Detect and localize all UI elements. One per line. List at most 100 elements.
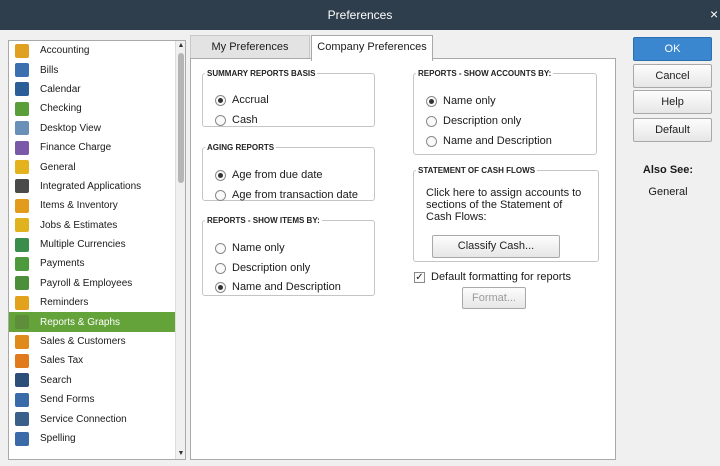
sidebar-item-spelling[interactable]: Spelling xyxy=(9,429,177,448)
sidebar-item-reminders[interactable]: Reminders xyxy=(9,293,177,312)
radio-items-description-only-button[interactable] xyxy=(215,262,226,274)
sidebar-item-label: Search xyxy=(40,374,72,386)
sidebar-item-sales-tax[interactable]: Sales Tax xyxy=(9,351,177,370)
radio-items-name-and-description-label: Name and Description xyxy=(232,281,341,293)
payments-icon xyxy=(15,256,29,271)
radio-age-from-transaction-date-label: Age from transaction date xyxy=(232,189,358,201)
radio-cash-label: Cash xyxy=(232,114,258,126)
show-items-by-legend: REPORTS - SHOW ITEMS BY: xyxy=(207,216,320,225)
show-items-by-group: REPORTS - SHOW ITEMS BY: Name only Descr… xyxy=(202,216,375,296)
aging-reports-legend: AGING REPORTS xyxy=(207,143,275,152)
tab-company-preferences-label: Company Preferences xyxy=(317,41,427,53)
radio-accrual-label: Accrual xyxy=(232,94,269,106)
sidebar-item-accounting[interactable]: Accounting xyxy=(9,41,177,60)
tab-my-preferences[interactable]: My Preferences xyxy=(190,35,310,59)
radio-items-name-and-description[interactable]: Name and Description xyxy=(215,281,341,293)
radio-items-name-only-button[interactable] xyxy=(215,242,226,254)
sidebar-item-integrated-applications[interactable]: Integrated Applications xyxy=(9,177,177,196)
sidebar-item-items-inventory[interactable]: Items & Inventory xyxy=(9,196,177,215)
radio-cash-button[interactable] xyxy=(215,114,226,126)
reports-graphs-icon xyxy=(15,315,29,330)
show-accounts-by-group: REPORTS - SHOW ACCOUNTS BY: Name only De… xyxy=(413,69,597,155)
format-button[interactable]: Format... xyxy=(462,287,526,309)
checking-icon xyxy=(15,101,29,116)
radio-age-from-transaction-date[interactable]: Age from transaction date xyxy=(215,189,358,201)
radio-accounts-name-and-description-button[interactable] xyxy=(426,135,437,147)
tab-my-preferences-label: My Preferences xyxy=(211,41,289,53)
scrollbar-thumb[interactable] xyxy=(178,53,184,183)
radio-accounts-name-only[interactable]: Name only xyxy=(426,95,496,107)
sidebar-item-reports-graphs[interactable]: Reports & Graphs xyxy=(9,312,177,332)
sidebar-item-payments[interactable]: Payments xyxy=(9,254,177,273)
radio-accounts-description-only[interactable]: Description only xyxy=(426,115,521,127)
sidebar-item-label: Spelling xyxy=(40,433,76,444)
aging-reports-group: AGING REPORTS Age from due date Age from… xyxy=(202,143,375,201)
check-icon[interactable]: ✓ xyxy=(414,271,425,283)
company-preferences-panel: SUMMARY REPORTS BASIS Accrual Cash AGING… xyxy=(190,58,616,460)
title-bar: Preferences × xyxy=(0,0,720,30)
sidebar-item-finance-charge[interactable]: Finance Charge xyxy=(9,138,177,157)
radio-items-name-and-description-button[interactable] xyxy=(215,281,226,293)
radio-cash[interactable]: Cash xyxy=(215,114,258,126)
sidebar-item-label: General xyxy=(40,161,76,173)
radio-age-from-transaction-date-button[interactable] xyxy=(215,189,226,201)
sidebar-item-label: Items & Inventory xyxy=(40,200,118,212)
show-accounts-by-legend: REPORTS - SHOW ACCOUNTS BY: xyxy=(418,69,552,78)
sidebar-item-checking[interactable]: Checking xyxy=(9,99,177,118)
sidebar-item-label: Desktop View xyxy=(40,122,101,134)
close-icon[interactable]: × xyxy=(710,6,720,22)
summary-reports-basis-group: SUMMARY REPORTS BASIS Accrual Cash xyxy=(202,69,375,127)
category-items: Accounting Bills Calendar Checking Desktop V… xyxy=(9,41,177,448)
preferences-category-list[interactable]: Accounting Bills Calendar Checking Desktop V… xyxy=(8,40,186,460)
radio-items-name-only-label: Name only xyxy=(232,242,285,254)
sidebar-item-general[interactable]: General xyxy=(9,157,177,176)
desktop-view-icon xyxy=(15,121,29,136)
integrated-applications-icon xyxy=(15,179,29,194)
default-button[interactable]: Default xyxy=(633,118,712,142)
radio-age-from-due-date[interactable]: Age from due date xyxy=(215,169,323,181)
sidebar-item-label: Payments xyxy=(40,258,85,270)
classify-cash-button[interactable]: Classify Cash... xyxy=(432,235,560,258)
radio-accrual[interactable]: Accrual xyxy=(215,94,269,106)
radio-accrual-button[interactable] xyxy=(215,94,226,106)
scroll-up-icon[interactable]: ▲ xyxy=(176,41,185,51)
tab-company-preferences[interactable]: Company Preferences xyxy=(311,35,433,61)
statement-of-cash-flows-group: STATEMENT OF CASH FLOWS Click here to as… xyxy=(413,166,599,262)
radio-accounts-description-only-button[interactable] xyxy=(426,115,437,127)
sidebar-item-label: Sales Tax xyxy=(40,355,84,367)
sales-customers-icon xyxy=(15,334,29,349)
radio-accounts-description-only-label: Description only xyxy=(443,115,522,127)
radio-accounts-name-and-description[interactable]: Name and Description xyxy=(426,135,552,147)
cash-flows-description: Click here to assign accounts to section… xyxy=(426,187,582,223)
scroll-down-icon[interactable]: ▼ xyxy=(176,449,185,459)
radio-age-from-due-date-label: Age from due date xyxy=(232,169,323,181)
sidebar-item-service-connection[interactable]: Service Connection xyxy=(9,409,177,428)
radio-items-description-only[interactable]: Description only xyxy=(215,262,310,274)
ok-button[interactable]: OK xyxy=(633,37,712,61)
sidebar-item-search[interactable]: Search xyxy=(9,371,177,390)
cancel-button[interactable]: Cancel xyxy=(633,64,712,88)
sidebar-item-label: Checking xyxy=(40,103,82,115)
multiple-currencies-icon xyxy=(15,237,29,252)
also-see-general-link[interactable]: General xyxy=(628,186,708,198)
send-forms-icon xyxy=(15,392,29,407)
sidebar-item-calendar[interactable]: Calendar xyxy=(9,80,177,99)
sidebar-item-label: Sales & Customers xyxy=(40,336,126,348)
sidebar-item-jobs-estimates[interactable]: Jobs & Estimates xyxy=(9,216,177,235)
help-button[interactable]: Help xyxy=(633,90,712,114)
default-formatting-checkbox[interactable]: ✓ Default formatting for reports xyxy=(414,271,571,283)
radio-items-name-only[interactable]: Name only xyxy=(215,242,285,254)
jobs-estimates-icon xyxy=(15,218,29,233)
accounting-icon xyxy=(15,43,29,58)
sidebar-item-sales-customers[interactable]: Sales & Customers xyxy=(9,332,177,351)
radio-age-from-due-date-button[interactable] xyxy=(215,169,226,181)
radio-accounts-name-only-button[interactable] xyxy=(426,95,437,107)
sidebar-item-send-forms[interactable]: Send Forms xyxy=(9,390,177,409)
sidebar-item-desktop-view[interactable]: Desktop View xyxy=(9,119,177,138)
sidebar-item-bills[interactable]: Bills xyxy=(9,60,177,79)
sidebar-item-label: Bills xyxy=(40,64,59,76)
sidebar-item-payroll-employees[interactable]: Payroll & Employees xyxy=(9,274,177,293)
sidebar-scrollbar[interactable]: ▲ ▼ xyxy=(175,41,185,459)
sidebar-item-label: Reports & Graphs xyxy=(40,316,121,328)
sidebar-item-multiple-currencies[interactable]: Multiple Currencies xyxy=(9,235,177,254)
